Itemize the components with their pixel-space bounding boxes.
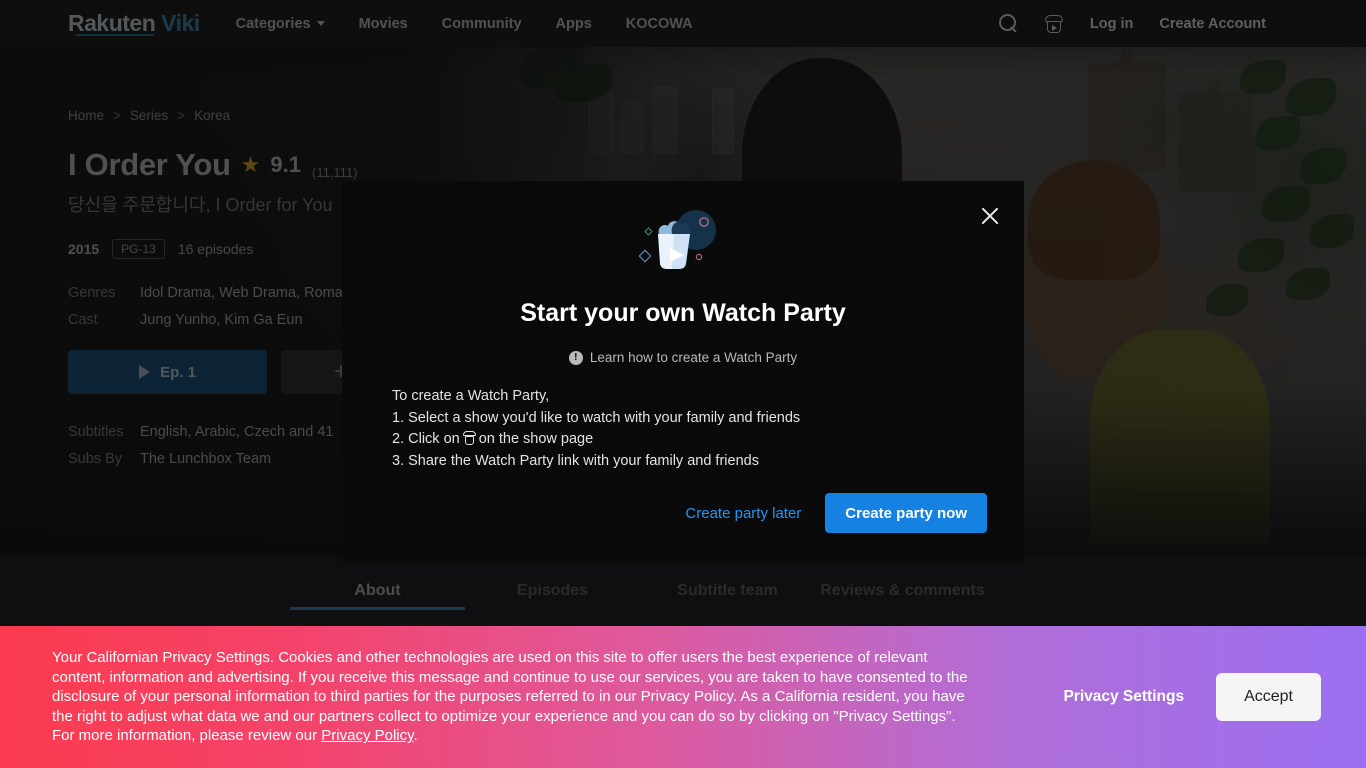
- modal-title: Start your own Watch Party: [520, 299, 846, 327]
- bucket-cup: [464, 436, 474, 445]
- privacy-settings-button[interactable]: Privacy Settings: [1063, 688, 1184, 706]
- watch-party-modal: Start your own Watch Party ! Learn how t…: [342, 181, 1024, 563]
- privacy-period: .: [413, 727, 418, 745]
- privacy-banner-text: Your Californian Privacy Settings. Cooki…: [52, 648, 972, 746]
- watch-party-bucket-icon: [462, 431, 476, 445]
- modal-actions: Create party later Create party now: [685, 493, 987, 533]
- accept-button[interactable]: Accept: [1216, 673, 1321, 721]
- privacy-banner-actions: Privacy Settings Accept: [1063, 673, 1321, 721]
- modal-instructions: To create a Watch Party, 1. Select a sho…: [342, 386, 1024, 472]
- step-2-suffix: on the show page: [478, 431, 594, 447]
- page-root: Rakuten Viki Categories Movies Community…: [0, 0, 1366, 768]
- privacy-banner: Your Californian Privacy Settings. Cooki…: [0, 626, 1366, 768]
- privacy-body-text: Your Californian Privacy Settings. Cooki…: [52, 649, 968, 745]
- close-icon[interactable]: [978, 204, 1002, 228]
- step-2-prefix: 2. Click on: [392, 431, 460, 447]
- info-icon: !: [568, 350, 583, 365]
- learn-how-link[interactable]: ! Learn how to create a Watch Party: [342, 350, 1024, 365]
- instructions-intro: To create a Watch Party,: [392, 388, 550, 404]
- create-party-now-button[interactable]: Create party now: [825, 493, 987, 533]
- instructions-step-2: 2. Click on on the show page: [392, 429, 1024, 451]
- learn-how-label: Learn how to create a Watch Party: [589, 350, 798, 365]
- privacy-policy-link[interactable]: Privacy Policy: [321, 727, 413, 744]
- watch-party-illustration: [638, 210, 716, 270]
- instructions-step-1: 1. Select a show you'd like to watch wit…: [392, 409, 801, 426]
- create-party-later-button[interactable]: Create party later: [685, 505, 801, 522]
- instructions-step-3: 3. Share the Watch Party link with your …: [392, 452, 759, 469]
